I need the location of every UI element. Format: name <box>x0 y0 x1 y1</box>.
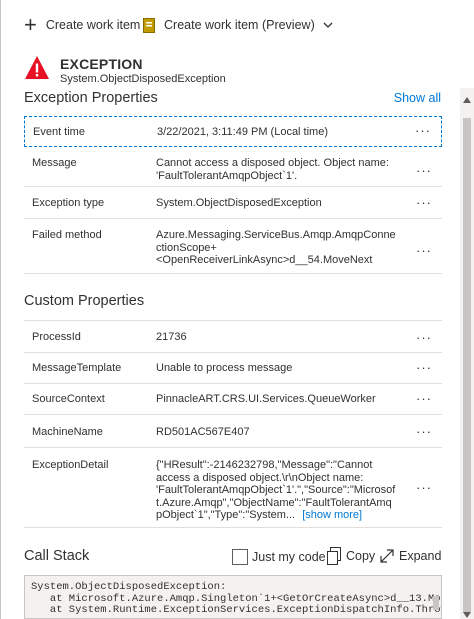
property-label: ProcessId <box>32 331 81 343</box>
ellipsis-icon[interactable]: ··· <box>416 195 432 210</box>
create-work-item-preview-label: Create work item (Preview) <box>164 18 315 32</box>
property-row-machine-name: MachineName RD501AC567E407 ··· <box>24 415 442 448</box>
property-value-wrapper: {"HResult":-2146232798,"Message":"Cannot… <box>156 459 396 522</box>
property-label: ExceptionDetail <box>32 459 109 471</box>
create-work-item-label: Create work item <box>45 18 141 32</box>
call-stack-line: at System.Runtime.ExceptionServices.Exce… <box>31 604 442 616</box>
property-row-event-time[interactable]: Event time 3/22/2021, 3:11:49 PM (Local … <box>24 116 442 147</box>
property-label: MachineName <box>32 426 103 438</box>
copy-button[interactable]: Copy <box>326 546 375 566</box>
just-my-code-checkbox[interactable] <box>232 549 248 565</box>
expand-label: Expand <box>399 549 442 563</box>
call-stack-heading: Call Stack <box>24 548 90 564</box>
plus-icon: + <box>24 12 37 37</box>
ellipsis-icon[interactable]: ··· <box>416 480 432 495</box>
property-label: MessageTemplate <box>32 362 122 374</box>
chevron-down-icon[interactable] <box>323 20 333 30</box>
create-work-item-button[interactable]: + Create work item <box>24 12 140 38</box>
show-all-link[interactable]: Show all <box>394 91 441 105</box>
error-warning-icon <box>25 56 49 79</box>
property-row-exception-type: Exception type System.ObjectDisposedExce… <box>24 187 442 219</box>
ellipsis-icon[interactable]: ··· <box>415 123 431 138</box>
panel-left-border <box>0 0 1 619</box>
property-value: System.ObjectDisposedException <box>156 197 322 209</box>
ellipsis-icon[interactable]: ··· <box>416 391 432 406</box>
copy-icon <box>327 547 341 565</box>
code-scrollbar-thumb[interactable] <box>433 596 439 610</box>
property-row-source-context: SourceContext PinnacleART.CRS.UI.Service… <box>24 384 442 415</box>
property-value: RD501AC567E407 <box>156 426 250 438</box>
ellipsis-icon[interactable]: ··· <box>416 424 432 439</box>
call-stack-line: System.ObjectDisposedException: <box>31 581 227 593</box>
property-value: Cannot access a disposed object. Object … <box>156 157 389 182</box>
ellipsis-icon[interactable]: ··· <box>416 243 432 258</box>
scrollbar-thumb[interactable] <box>463 118 471 612</box>
call-stack-code[interactable]: System.ObjectDisposedException: at Micro… <box>24 575 442 619</box>
property-row-message-template: MessageTemplate Unable to process messag… <box>24 353 442 384</box>
expand-button[interactable]: Expand <box>379 546 441 566</box>
property-value: Azure.Messaging.ServiceBus.Amqp.AmqpConn… <box>156 229 396 266</box>
property-label: Message <box>32 157 77 169</box>
property-row-failed-method: Failed method Azure.Messaging.ServiceBus… <box>24 219 442 274</box>
exception-subtitle: System.ObjectDisposedException <box>60 73 226 85</box>
ellipsis-icon[interactable]: ··· <box>416 330 432 345</box>
copy-label: Copy <box>346 549 376 563</box>
property-value: Unable to process message <box>156 362 293 374</box>
custom-properties-heading: Custom Properties <box>24 293 145 309</box>
property-label: SourceContext <box>32 393 105 405</box>
show-more-link[interactable]: [show more] <box>302 509 362 521</box>
exception-title: EXCEPTION <box>60 56 143 72</box>
property-label: Exception type <box>32 197 105 209</box>
expand-icon <box>380 549 394 563</box>
scroll-up-arrow-icon[interactable] <box>462 95 472 105</box>
property-row-exception-detail: ExceptionDetail {"HResult":-2146232798,"… <box>24 448 442 528</box>
property-row-process-id: ProcessId 21736 ··· <box>24 320 442 353</box>
ellipsis-icon[interactable]: ··· <box>416 360 432 375</box>
property-value: 3/22/2021, 3:11:49 PM (Local time) <box>157 126 329 138</box>
property-row-message: Message Cannot access a disposed object.… <box>24 147 442 187</box>
exception-properties-heading: Exception Properties <box>24 90 158 106</box>
property-value: PinnacleART.CRS.UI.Services.QueueWorker <box>156 393 376 405</box>
property-label: Event time <box>33 126 85 138</box>
scroll-down-arrow-icon[interactable] <box>462 610 472 619</box>
property-value: 21736 <box>156 331 187 343</box>
ellipsis-icon[interactable]: ··· <box>416 163 432 178</box>
property-label: Failed method <box>32 229 102 241</box>
work-item-icon <box>143 17 155 33</box>
create-work-item-preview-button[interactable]: Create work item (Preview) <box>143 12 333 38</box>
just-my-code-label: Just my code <box>252 550 326 564</box>
